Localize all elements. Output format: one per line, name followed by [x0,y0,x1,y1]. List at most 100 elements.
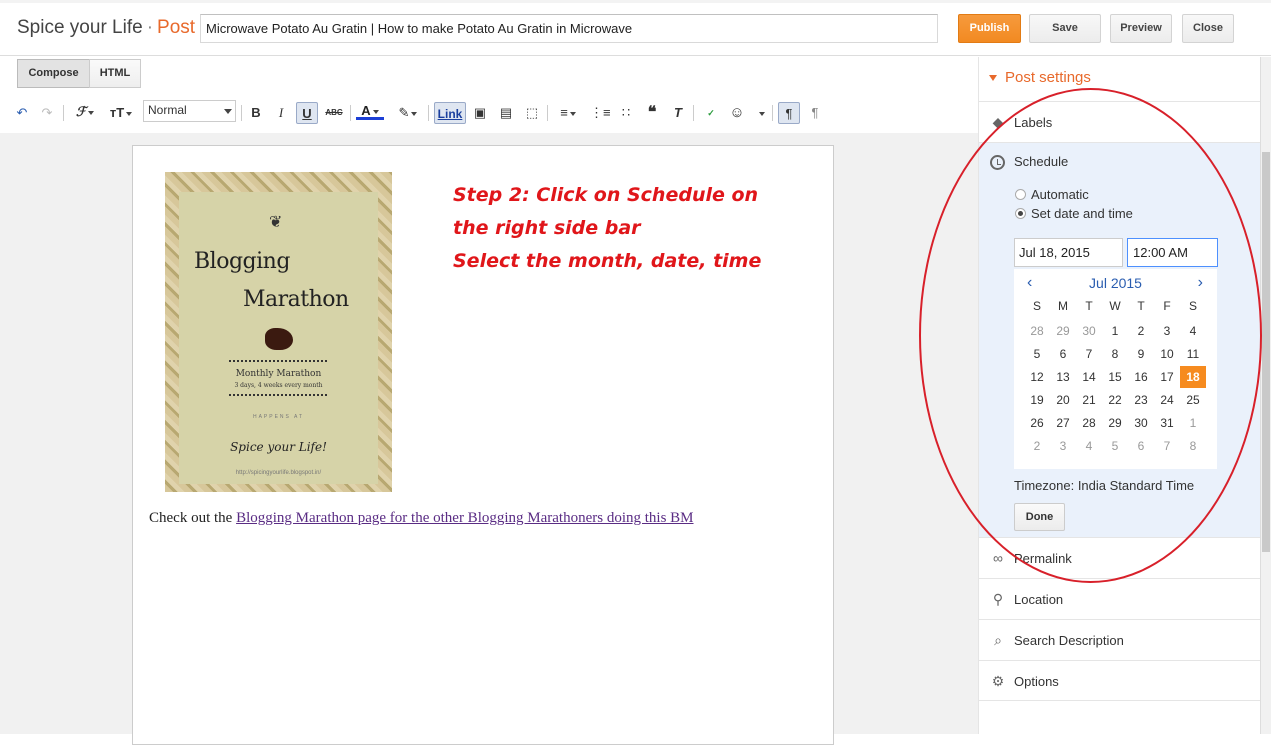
align-icon[interactable]: ≡ [553,102,583,124]
font-family-icon[interactable]: ℱ [70,102,100,124]
html-mode-button[interactable]: HTML [89,59,141,88]
scrollbar[interactable] [1260,57,1271,734]
set-date-radio[interactable]: Set date and time [1015,206,1133,221]
post-body-editor[interactable]: ❦ Blogging Marathon Monthly Marathon 3 d… [132,145,834,745]
date-input[interactable] [1014,238,1123,267]
strikethrough-icon[interactable]: ABC [323,102,345,124]
calendar-day[interactable]: 8 [1102,343,1128,365]
italic-icon[interactable]: I [272,102,290,124]
preview-button[interactable]: Preview [1110,14,1172,43]
post-settings-heading[interactable]: Post settings [989,69,1091,86]
calendar-day[interactable]: 7 [1076,343,1102,365]
jump-break-icon[interactable]: ⬚ [522,102,542,124]
blogging-marathon-image[interactable]: ❦ Blogging Marathon Monthly Marathon 3 d… [165,172,392,492]
calendar-day[interactable]: 8 [1180,435,1206,457]
image-icon[interactable]: ▣ [470,102,490,124]
font-size-icon[interactable]: тT [106,102,136,124]
underline-icon[interactable]: U [296,102,318,124]
calendar-day[interactable]: 28 [1076,412,1102,434]
calendar-day-selected[interactable]: 18 [1180,366,1206,388]
weekday-header: S [1032,299,1041,313]
annotation-text: Step 2: Click on Schedule on the right s… [453,179,793,278]
calendar-day[interactable]: 29 [1050,320,1076,342]
save-button[interactable]: Save [1029,14,1101,43]
weekday-header: F [1163,299,1171,313]
sidebar-item-search-description[interactable]: ⌕ Search Description [979,619,1261,660]
poster-title-line2: Marathon [243,287,349,312]
redo-icon[interactable]: ↷ [38,102,56,124]
quote-icon[interactable]: ❝ [642,102,662,124]
calendar-day[interactable]: 16 [1128,366,1154,388]
calendar-day[interactable]: 2 [1128,320,1154,342]
calendar-day[interactable]: 28 [1024,320,1050,342]
calendar-day[interactable]: 30 [1076,320,1102,342]
calendar-day[interactable]: 5 [1102,435,1128,457]
calendar-day[interactable]: 6 [1050,343,1076,365]
calendar-day[interactable]: 10 [1154,343,1180,365]
calendar-day[interactable]: 17 [1154,366,1180,388]
toolbar-divider [547,105,548,121]
calendar-day[interactable]: 31 [1154,412,1180,434]
remove-format-icon[interactable]: T [668,102,688,124]
emoticon-icon[interactable]: ☺ [727,102,747,124]
calendar-day[interactable]: 29 [1102,412,1128,434]
close-button[interactable]: Close [1182,14,1234,43]
publish-button[interactable]: Publish [958,14,1021,43]
calendar-day[interactable]: 21 [1076,389,1102,411]
sidebar-item-permalink[interactable]: ∞ Permalink [979,537,1261,578]
calendar-day[interactable]: 6 [1128,435,1154,457]
sidebar-item-location[interactable]: ⚲ Location [979,578,1261,619]
time-input[interactable] [1127,238,1218,267]
bullet-list-icon[interactable]: ∷ [616,102,636,124]
numbered-list-icon[interactable]: ⋮≡ [590,102,611,124]
calendar-day[interactable]: 4 [1180,320,1206,342]
blog-name[interactable]: Spice your Life [17,17,143,38]
highlight-color-icon[interactable]: ✎ [393,102,423,124]
more-options-icon[interactable] [753,102,769,124]
sidebar-item-schedule[interactable]: Schedule Automatic Set date and time ‹ J… [979,142,1261,537]
calendar-day[interactable]: 14 [1076,366,1102,388]
spellcheck-icon[interactable]: ✓ [700,102,722,124]
bold-icon[interactable]: B [247,102,265,124]
calendar-day[interactable]: 26 [1024,412,1050,434]
compose-mode-button[interactable]: Compose [17,59,90,88]
next-month-button[interactable]: › [1198,274,1203,292]
sidebar-item-labels[interactable]: ◆ Labels [979,101,1261,142]
undo-icon[interactable]: ↶ [13,102,31,124]
calendar-day[interactable]: 27 [1050,412,1076,434]
calendar-day[interactable]: 11 [1180,343,1206,365]
calendar-day[interactable]: 20 [1050,389,1076,411]
calendar-day[interactable]: 1 [1102,320,1128,342]
calendar-day[interactable]: 25 [1180,389,1206,411]
calendar-day[interactable]: 24 [1154,389,1180,411]
text-color-icon[interactable]: A [356,102,384,120]
calendar-day[interactable]: 23 [1128,389,1154,411]
ltr-direction-icon[interactable]: ¶ [778,102,800,124]
sidebar-item-options[interactable]: ⚙ Options [979,660,1261,701]
blogging-marathon-link[interactable]: Blogging Marathon page for the other Blo… [236,510,693,526]
calendar-day[interactable]: 12 [1024,366,1050,388]
calendar-day[interactable]: 7 [1154,435,1180,457]
automatic-radio[interactable]: Automatic [1015,187,1089,202]
calendar-day[interactable]: 22 [1102,389,1128,411]
labels-label: Labels [1014,115,1053,130]
rtl-direction-icon[interactable]: ¶ [805,102,825,124]
calendar-day[interactable]: 2 [1024,435,1050,457]
calendar-day[interactable]: 19 [1024,389,1050,411]
calendar-day[interactable]: 3 [1154,320,1180,342]
calendar-month-label[interactable]: Jul 2015 [1014,275,1217,291]
format-select[interactable]: Normal [143,100,236,122]
calendar-day[interactable]: 30 [1128,412,1154,434]
calendar-day[interactable]: 9 [1128,343,1154,365]
video-icon[interactable]: ▤ [496,102,516,124]
calendar-day[interactable]: 3 [1050,435,1076,457]
scrollbar-thumb[interactable] [1262,152,1270,552]
calendar-day[interactable]: 1 [1180,412,1206,434]
link-button[interactable]: Link [434,102,466,124]
calendar-day[interactable]: 4 [1076,435,1102,457]
calendar-day[interactable]: 5 [1024,343,1050,365]
post-title-input[interactable] [200,14,938,43]
calendar-day[interactable]: 13 [1050,366,1076,388]
calendar-day[interactable]: 15 [1102,366,1128,388]
done-button[interactable]: Done [1014,503,1065,531]
